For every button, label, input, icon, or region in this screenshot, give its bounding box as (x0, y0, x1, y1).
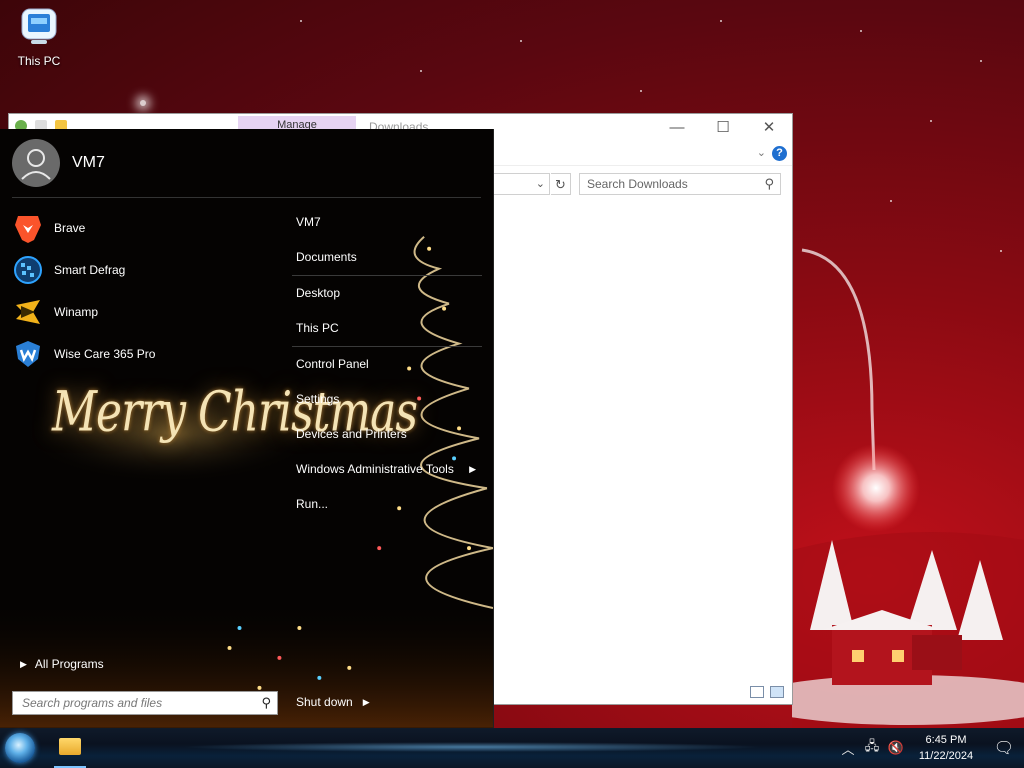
start-link-settings[interactable]: Settings (292, 382, 482, 417)
desktop-icon-label: This PC (17, 54, 61, 68)
search-icon[interactable]: ⚲ (261, 695, 271, 711)
shutdown-label: Shut down (296, 695, 353, 709)
chevron-up-icon[interactable]: ︿ (838, 738, 858, 758)
triangle-right-icon: ▶ (20, 658, 27, 669)
search-icon[interactable]: ⚲ (764, 176, 774, 192)
action-center-icon[interactable]: 🗨 (984, 728, 1024, 768)
submenu-arrow-icon: ▶ (469, 464, 476, 474)
chevron-down-icon[interactable]: ⌄ (757, 146, 766, 159)
search-input[interactable] (580, 174, 755, 194)
taskbar-glow (180, 742, 764, 752)
user-header[interactable]: VM7 (12, 139, 105, 187)
pinned-item-label: Wise Care 365 Pro (54, 347, 156, 361)
help-icon[interactable]: ? (772, 146, 787, 161)
pinned-item-brave[interactable]: Brave (12, 207, 155, 249)
folder-icon (59, 738, 81, 755)
start-link-documents[interactable]: Documents (292, 240, 482, 275)
smart-defrag-icon (12, 254, 44, 286)
refresh-icon[interactable]: ↻ (551, 173, 571, 195)
start-menu: VM7 Brave Smart Defrag Winamp Wise Care (0, 129, 494, 729)
search-programs-input[interactable] (13, 692, 251, 714)
pinned-item-wise-care-365-pro[interactable]: Wise Care 365 Pro (12, 333, 155, 375)
desktop-icon-this-pc[interactable]: This PC (2, 6, 76, 68)
separator (12, 197, 481, 198)
start-link-control-panel[interactable]: Control Panel (292, 347, 482, 382)
system-tray: ︿ 🖧 🔇 6:45 PM 11/22/2024 🗨 (836, 728, 1024, 768)
clock-time: 6:45 PM (925, 734, 967, 746)
user-icon (21, 149, 51, 180)
start-button[interactable] (5, 733, 35, 763)
pinned-item-smart-defrag[interactable]: Smart Defrag (12, 249, 155, 291)
address-bar[interactable]: ⌄ (494, 173, 550, 195)
taskbar: ︿ 🖧 🔇 6:45 PM 11/22/2024 🗨 (0, 728, 1024, 768)
clock[interactable]: 6:45 PM 11/22/2024 (912, 732, 980, 764)
computer-icon (18, 6, 60, 48)
start-right-column: VM7 Documents Desktop This PC Control Pa… (292, 205, 482, 522)
view-toggle (750, 686, 784, 698)
chevron-down-icon[interactable]: ⌄ (536, 177, 545, 190)
start-link-run[interactable]: Run... (292, 487, 482, 522)
christmas-scene (792, 248, 1024, 730)
taskbar-file-explorer[interactable] (50, 728, 90, 768)
pinned-item-label: Winamp (54, 305, 99, 319)
maximize-button[interactable]: ☐ (700, 114, 746, 142)
shutdown-button[interactable]: Shut down ▶ (296, 695, 370, 709)
start-link-windows-administrative-tools[interactable]: Windows Administrative Tools ▶ (292, 452, 482, 487)
start-link-vm7[interactable]: VM7 (292, 205, 482, 240)
network-icon[interactable]: 🖧 (862, 738, 882, 758)
all-programs-button[interactable]: ▶ All Programs (20, 657, 104, 671)
pinned-item-winamp[interactable]: Winamp (12, 291, 155, 333)
start-link-this-pc[interactable]: This PC (292, 311, 482, 346)
pinned-item-label: Brave (54, 221, 86, 235)
large-icons-view-icon[interactable] (770, 686, 784, 698)
volume-muted-icon[interactable]: 🔇 (886, 738, 906, 758)
minimize-button[interactable]: — (654, 114, 700, 142)
triangle-right-icon[interactable]: ▶ (363, 697, 370, 708)
details-view-icon[interactable] (750, 686, 764, 698)
close-button[interactable]: ✕ (746, 114, 792, 142)
all-programs-label: All Programs (34, 657, 104, 671)
winamp-icon (12, 296, 44, 328)
clock-date: 11/22/2024 (918, 750, 974, 762)
pinned-item-label: Smart Defrag (54, 263, 126, 277)
avatar[interactable] (12, 139, 60, 187)
search-downloads-box[interactable]: ⚲ (579, 173, 781, 195)
wise-care-icon (12, 338, 44, 370)
start-link-desktop[interactable]: Desktop (292, 276, 482, 311)
start-search-box[interactable]: ⚲ (12, 691, 278, 715)
user-name: VM7 (72, 154, 105, 171)
pinned-programs: Brave Smart Defrag Winamp Wise Care 365 … (12, 207, 155, 375)
start-link-devices-and-printers[interactable]: Devices and Printers (292, 417, 482, 452)
start-link-label: Windows Administrative Tools (296, 462, 454, 476)
brave-icon (12, 212, 44, 244)
